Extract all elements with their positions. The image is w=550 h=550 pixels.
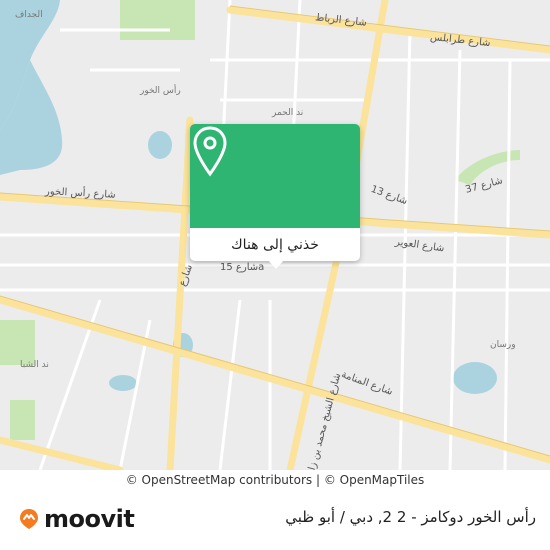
destination-popup[interactable]: خذني إلى هناك — [190, 124, 360, 261]
park-4 — [10, 400, 35, 440]
moovit-logo[interactable]: moovit — [18, 505, 135, 533]
map-attribution[interactable]: © OpenStreetMap contributors | © OpenMap… — [0, 470, 550, 490]
popup-header — [190, 124, 360, 228]
moovit-wordmark: moovit — [44, 505, 135, 533]
park-1 — [120, 0, 195, 40]
park-3 — [0, 320, 35, 365]
area-label-warsan: ورسان — [490, 340, 516, 350]
destination-title: رأس الخور دوكامز - 2 2, دبي / أبو ظبي — [285, 508, 536, 526]
map-view[interactable]: شارع الرباط شارع طرابلس شارع 13 شارع 37 … — [0, 0, 550, 470]
area-label-nad-al-sheba: ند الشبا — [20, 360, 49, 370]
area-label-nad-al-hamar: ند الحمر — [272, 108, 304, 118]
map-pin-icon — [193, 126, 227, 177]
lagoon — [148, 131, 172, 159]
pond-1 — [453, 362, 497, 394]
road-label-15a: شارع 15a — [220, 262, 265, 273]
popup-pointer — [268, 260, 284, 269]
area-label-jaddaf: الجداف — [15, 10, 43, 20]
area-label-ras-al-khor: رأس الخور — [140, 86, 181, 96]
take-me-there-button[interactable]: خذني إلى هناك — [190, 228, 360, 261]
moovit-logo-icon — [20, 509, 38, 529]
pond-2 — [109, 375, 137, 391]
